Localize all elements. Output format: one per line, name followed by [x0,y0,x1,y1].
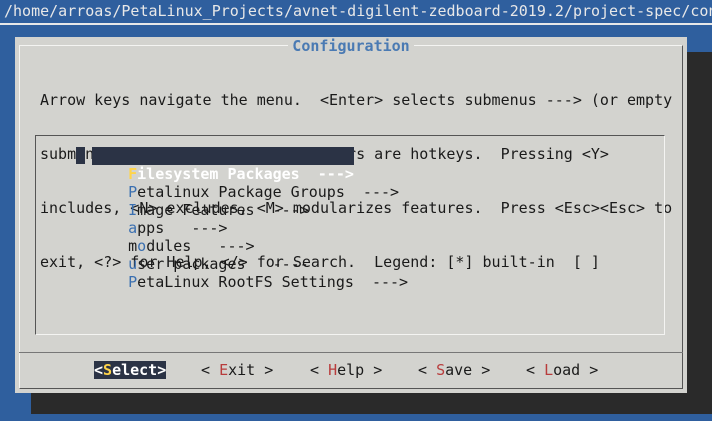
select-button[interactable]: <Select> [94,361,167,379]
hotkey: S [436,361,446,379]
button-bracket: < [94,361,104,379]
hotkey: H [328,361,338,379]
button-label: xit [228,361,256,379]
button-bracket: < [418,361,437,379]
config-dialog: Configuration Arrow keys navigate the me… [15,37,687,393]
button-bracket: < [526,361,545,379]
hotkey: S [103,361,113,379]
button-bracket: > [472,361,491,379]
cursor-block [76,147,85,164]
buttons-divider [19,352,683,353]
menu-item-petalinux-rootfs-settings[interactable]: PetaLinux RootFS Settings ---> [92,255,408,291]
button-label: elect [112,361,158,379]
menu-item-apps[interactable]: apps ---> [92,201,227,237]
terminal-path: /home/arroas/PetaLinux_Projects/avnet-di… [4,2,712,20]
top-divider [0,23,712,25]
button-bracket: < [310,361,329,379]
button-bracket: < [201,361,220,379]
hotkey: P [128,273,138,291]
menu-item-user-packages[interactable]: user packages ---- [92,237,309,273]
button-bracket: > [580,361,599,379]
button-label: ave [445,361,473,379]
menu-item-modules[interactable]: modules ---> [92,219,254,255]
menu-item-label: etaLinux RootFS Settings ---> [137,273,409,291]
button-bracket: > [364,361,383,379]
hotkey: E [219,361,229,379]
button-bracket: > [255,361,274,379]
exit-button[interactable]: < Exit > [201,361,273,379]
help-line: Arrow keys navigate the menu. <Enter> se… [40,91,673,109]
dialog-title-text: Configuration [288,37,414,55]
hotkey: L [544,361,554,379]
menu-item-image-features[interactable]: Image Features ---> [92,183,309,219]
save-button[interactable]: < Save > [418,361,490,379]
help-button[interactable]: < Help > [310,361,382,379]
button-label: oad [553,361,581,379]
menu-item-petalinux-package-groups[interactable]: Petalinux Package Groups ---> [92,165,399,201]
dialog-title: Configuration [15,37,687,55]
load-button[interactable]: < Load > [526,361,598,379]
menu-item-filesystem-packages[interactable]: Filesystem Packages ---> [92,147,354,183]
button-bracket: > [157,361,167,379]
button-label: elp [337,361,365,379]
